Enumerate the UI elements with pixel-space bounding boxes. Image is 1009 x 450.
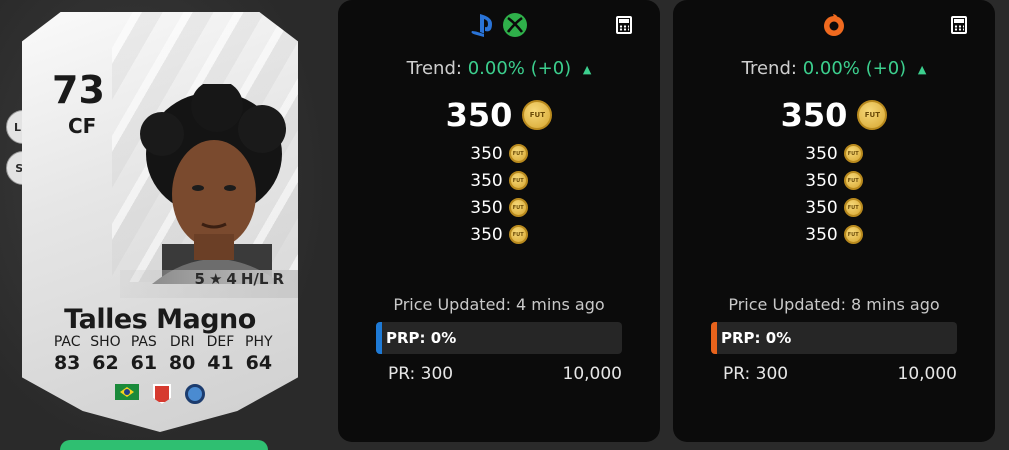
stat-label: PHY [245, 334, 273, 350]
stat-pas: PAS 61 [125, 334, 163, 374]
trend-label: Trend: [741, 58, 797, 79]
price-updated: Price Updated: 4 mins ago [393, 295, 605, 314]
recent-price-row: 350 FUT [338, 221, 660, 248]
trend-line: Trend: 0.00% (+0) ▲ [338, 58, 660, 79]
price-range-min: PR: 300 [388, 364, 454, 384]
recent-price-row: 350 FUT [673, 194, 995, 221]
recent-price: 350 [805, 197, 838, 218]
coin-icon: FUT [508, 225, 528, 244]
star-icon: ★ [208, 270, 223, 288]
price-range: PR: 300 10,000 [723, 364, 957, 384]
stat-label: DRI [169, 334, 195, 350]
recent-price-row: 350 FUT [338, 140, 660, 167]
recent-price-row: 350 FUT [673, 221, 995, 248]
recent-prices-list: 350 FUT 350 FUT 350 FUT 350 FUT [673, 140, 995, 248]
player-rating: 73 [52, 68, 105, 112]
nation-flag-icon [115, 384, 139, 400]
trend-line: Trend: 0.00% (+0) ▲ [673, 58, 995, 79]
coin-icon: FUT [508, 144, 528, 163]
playstation-icon [471, 14, 492, 37]
trend-value: 0.00% (+0) [467, 58, 572, 79]
price-range: PR: 300 10,000 [388, 364, 622, 384]
xbox-icon [503, 13, 527, 37]
player-photo [140, 84, 286, 284]
stat-phy: PHY 64 [240, 334, 278, 374]
stats-grid: PAC 83 SHO 62 PAS 61 DRI 80 DEF 41 PHY 64 [48, 334, 278, 374]
coin-icon: FUT [843, 198, 863, 217]
recent-price-row: 350 FUT [338, 167, 660, 194]
prp-accent [711, 322, 717, 354]
stat-pac: PAC 83 [48, 334, 86, 374]
stat-dri: DRI 80 [163, 334, 201, 374]
coin-icon: FUT [857, 100, 888, 130]
stat-label: DEF [206, 334, 235, 350]
trend-up-icon: ▲ [582, 62, 592, 76]
recent-price-row: 350 FUT [338, 194, 660, 221]
calculator-icon[interactable] [616, 16, 632, 34]
current-price: 350 FUT [338, 96, 660, 134]
stat-label: SHO [90, 334, 121, 350]
calculator-icon[interactable] [951, 16, 967, 34]
prp-accent [376, 322, 382, 354]
stat-def: DEF 41 [201, 334, 239, 374]
price-updated: Price Updated: 8 mins ago [728, 295, 940, 314]
stat-label: PAC [53, 334, 81, 350]
recent-price-row: 350 FUT [673, 167, 995, 194]
preferred-foot: R [272, 270, 284, 288]
price-value: 350 [780, 96, 848, 134]
trend-label: Trend: [406, 58, 462, 79]
recent-price: 350 [805, 143, 838, 164]
recent-price: 350 [805, 224, 838, 245]
stat-sho: SHO 62 [86, 334, 124, 374]
coin-icon: FUT [508, 198, 528, 217]
stat-value: 64 [245, 352, 273, 374]
prp-label: PRP: 0% [386, 329, 457, 347]
recent-price-row: 350 FUT [673, 140, 995, 167]
prp-label: PRP: 0% [721, 329, 792, 347]
work-rate: H/L [240, 270, 269, 288]
origin-icon [824, 14, 844, 36]
player-name: Talles Magno [64, 304, 256, 335]
coin-icon: FUT [843, 171, 863, 190]
price-range-max: 10,000 [562, 364, 622, 384]
coin-icon: FUT [843, 225, 863, 244]
coin-icon: FUT [522, 100, 553, 130]
recent-price: 350 [470, 143, 503, 164]
action-button[interactable] [60, 440, 268, 450]
price-range-min: PR: 300 [723, 364, 789, 384]
recent-price: 350 [470, 197, 503, 218]
skills-weakfoot: 5 ★ 4 H/L R [195, 270, 284, 288]
league-badge-icon [153, 384, 171, 404]
platform-icons [338, 12, 660, 38]
skill-moves: 5 [194, 270, 205, 288]
price-panel-pc: Trend: 0.00% (+0) ▲ 350 FUT 350 FUT 350 FU… [673, 0, 995, 442]
stat-value: 62 [92, 352, 119, 374]
trend-value: 0.00% (+0) [802, 58, 907, 79]
platform-icons [673, 12, 995, 38]
player-card[interactable]: 73 CF 5 ★ 4 H/L R Talles Magno PAC 83 SHO… [22, 12, 298, 432]
recent-price: 350 [805, 170, 838, 191]
trend-up-icon: ▲ [917, 62, 927, 76]
price-range-max: 10,000 [897, 364, 957, 384]
coin-icon: FUT [843, 144, 863, 163]
recent-price: 350 [470, 170, 503, 191]
recent-prices-list: 350 FUT 350 FUT 350 FUT 350 FUT [338, 140, 660, 248]
club-badge-icon [185, 384, 205, 404]
coin-icon: FUT [508, 171, 528, 190]
recent-price: 350 [470, 224, 503, 245]
prp-bar: PRP: 0% [711, 322, 957, 354]
price-panel-console: Trend: 0.00% (+0) ▲ 350 FUT 350 FUT 350 FU… [338, 0, 660, 442]
weak-foot: 4 [226, 270, 237, 288]
prp-bar: PRP: 0% [376, 322, 622, 354]
stat-value: 80 [168, 352, 196, 374]
current-price: 350 FUT [673, 96, 995, 134]
stat-value: 61 [130, 352, 158, 374]
stat-label: PAS [130, 334, 157, 350]
stat-value: 83 [53, 352, 81, 374]
price-value: 350 [445, 96, 513, 134]
stat-value: 41 [207, 352, 234, 374]
player-position: CF [68, 114, 97, 138]
